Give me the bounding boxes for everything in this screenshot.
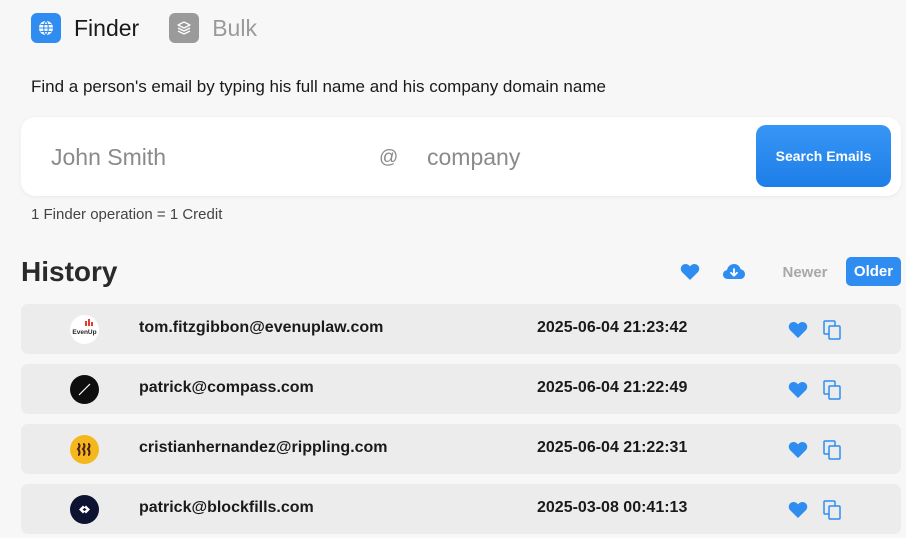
row-email[interactable]: tom.fitzgibbon@evenuplaw.com [139, 319, 383, 337]
row-email[interactable]: patrick@blockfills.com [139, 499, 314, 517]
blockfills-logo [70, 495, 99, 524]
evenup-logo: EvenUp [70, 315, 99, 344]
history-row: cristianhernandez@rippling.com 2025-06-0… [21, 424, 901, 474]
mode-tabs: Finder Bulk [31, 13, 287, 43]
tab-bulk-label: Bulk [212, 14, 257, 41]
history-title: History [21, 256, 118, 287]
tab-finder[interactable]: Finder [31, 13, 139, 43]
row-date: 2025-06-04 21:22:49 [537, 379, 688, 396]
instruction-text: Find a person's email by typing his full… [31, 77, 606, 96]
evenup-logo-text: EvenUp [72, 329, 96, 336]
globe-icon [31, 13, 61, 43]
search-emails-button[interactable]: Search Emails [756, 125, 891, 187]
favorite-heart-icon[interactable] [788, 441, 808, 459]
credit-note: 1 Finder operation = 1 Credit [31, 206, 223, 223]
rippling-logo [70, 435, 99, 464]
favorite-heart-icon[interactable] [788, 321, 808, 339]
cloud-download-icon[interactable] [722, 262, 746, 282]
at-separator: @ [379, 147, 399, 168]
company-domain-input[interactable] [427, 137, 747, 177]
copy-icon[interactable] [823, 380, 841, 400]
copy-icon[interactable] [823, 440, 841, 460]
history-list: EvenUp tom.fitzgibbon@evenuplaw.com 2025… [21, 304, 901, 538]
copy-icon[interactable] [823, 320, 841, 340]
full-name-input[interactable] [51, 137, 371, 177]
sort-newer-button[interactable]: Newer [774, 258, 836, 286]
row-email[interactable]: cristianhernandez@rippling.com [139, 439, 388, 457]
copy-icon[interactable] [823, 500, 841, 520]
favorite-heart-icon[interactable] [788, 501, 808, 519]
compass-logo [70, 375, 99, 404]
row-date: 2025-03-08 00:41:13 [537, 499, 688, 516]
history-row: EvenUp tom.fitzgibbon@evenuplaw.com 2025… [21, 304, 901, 354]
tab-bulk[interactable]: Bulk [169, 13, 257, 43]
sort-older-button[interactable]: Older [846, 257, 901, 286]
row-date: 2025-06-04 21:22:31 [537, 439, 688, 456]
tab-finder-label: Finder [74, 14, 140, 41]
row-email[interactable]: patrick@compass.com [139, 379, 314, 397]
row-date: 2025-06-04 21:23:42 [537, 319, 688, 336]
history-row: patrick@compass.com 2025-06-04 21:22:49 [21, 364, 901, 414]
layers-icon [169, 13, 200, 43]
favorites-heart-icon[interactable] [680, 263, 700, 281]
favorite-heart-icon[interactable] [788, 381, 808, 399]
history-row: patrick@blockfills.com 2025-03-08 00:41:… [21, 484, 901, 534]
search-card: @ Search Emails [21, 117, 901, 196]
